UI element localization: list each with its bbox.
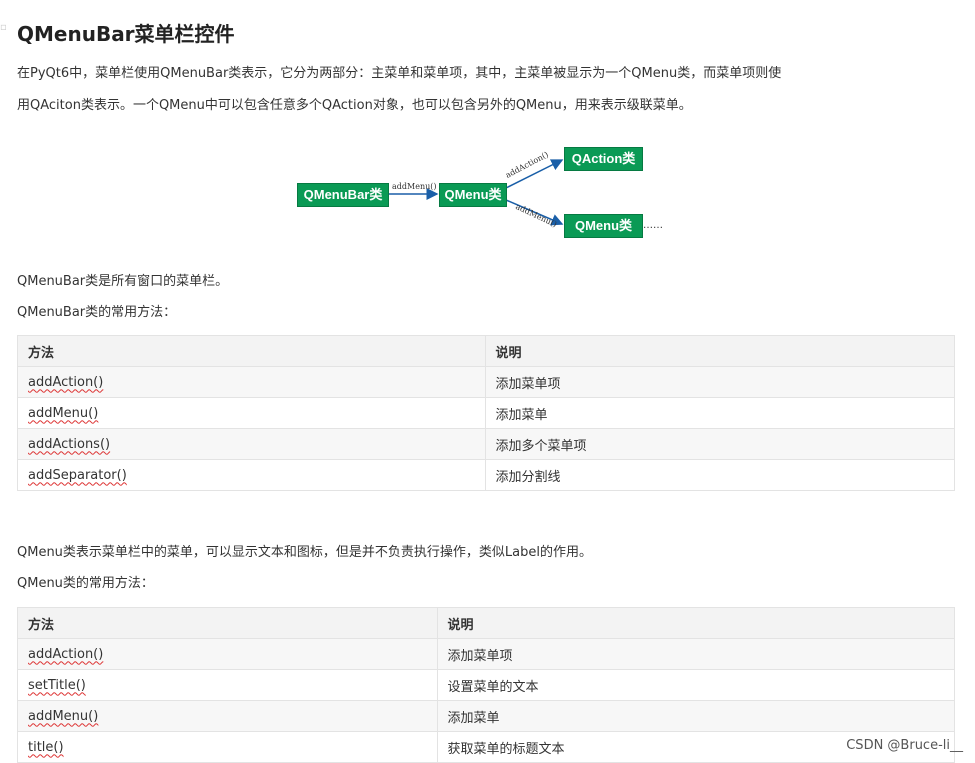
para-qmenu: QMenu类表示菜单栏中的菜单，可以显示文本和图标，但是并不负责执行操作，类似L… xyxy=(17,545,592,560)
intro-line-2: 用QAciton类表示。一个QMenu中可以包含任意多个QAction对象，也可… xyxy=(17,98,692,113)
table-row: addMenu() 添加菜单 xyxy=(17,397,955,429)
box-qmenubar: QMenuBar类 xyxy=(297,183,389,207)
menu-structure-diagram: QMenuBar类 QMenu类 QAction类 QMenu类 addMenu… xyxy=(290,140,680,240)
method-description: 添加菜单 xyxy=(484,397,955,429)
box-qmenu: QMenu类 xyxy=(439,183,507,207)
diagram-ellipsis: …… xyxy=(643,220,663,231)
method-description: 添加菜单项 xyxy=(484,366,955,398)
method-description: 添加多个菜单项 xyxy=(484,428,955,460)
method-name: addActions() xyxy=(28,436,111,452)
table-header-description: 说明 xyxy=(484,335,955,367)
watermark: CSDN @Bruce-li__ xyxy=(846,738,963,753)
method-name: setTitle() xyxy=(28,677,86,693)
method-description: 设置菜单的文本 xyxy=(436,669,956,701)
table-row: title() 获取菜单的标题文本 xyxy=(17,731,956,763)
table-row: addActions() 添加多个菜单项 xyxy=(17,428,955,460)
table-row: addAction() 添加菜单项 xyxy=(17,366,955,398)
para-qmenubar: QMenuBar类是所有窗口的菜单栏。 xyxy=(17,274,229,289)
box-submenu: QMenu类 xyxy=(564,214,643,238)
method-name: addMenu() xyxy=(28,708,99,724)
gutter-icon: ▫ xyxy=(0,22,7,33)
table-row: addMenu() 添加菜单 xyxy=(17,700,956,732)
page-title: QMenuBar菜单栏控件 xyxy=(17,22,235,46)
method-description: 添加菜单 xyxy=(436,700,956,732)
method-description: 添加菜单项 xyxy=(436,638,956,670)
table-row: setTitle() 设置菜单的文本 xyxy=(17,669,956,701)
para-qmenubar-methods: QMenuBar类的常用方法： xyxy=(17,305,177,320)
table-qmenubar-methods: 方法 说明 addAction() 添加菜单项 addMenu() 添加菜单 a… xyxy=(17,335,955,491)
method-name: addSeparator() xyxy=(28,467,127,483)
table-row: addSeparator() 添加分割线 xyxy=(17,459,955,491)
method-description: 添加分割线 xyxy=(484,459,955,491)
method-name: addAction() xyxy=(28,374,104,390)
para-qmenu-methods: QMenu类的常用方法： xyxy=(17,576,154,591)
table-header-method: 方法 xyxy=(17,335,486,367)
table-header-description: 说明 xyxy=(436,607,956,639)
table-row: addAction() 添加菜单项 xyxy=(17,638,956,670)
table-qmenu-methods: 方法 说明 addAction() 添加菜单项 setTitle() 设置菜单的… xyxy=(17,607,956,763)
box-qaction: QAction类 xyxy=(564,147,643,171)
intro-line-1: 在PyQt6中，菜单栏使用QMenuBar类表示，它分为两部分：主菜单和菜单项，… xyxy=(17,66,782,81)
edge-label-addmenu: addMenu() xyxy=(392,182,437,191)
method-name: addAction() xyxy=(28,646,104,662)
method-name: title() xyxy=(28,739,64,755)
table-header-method: 方法 xyxy=(17,607,438,639)
method-name: addMenu() xyxy=(28,405,99,421)
